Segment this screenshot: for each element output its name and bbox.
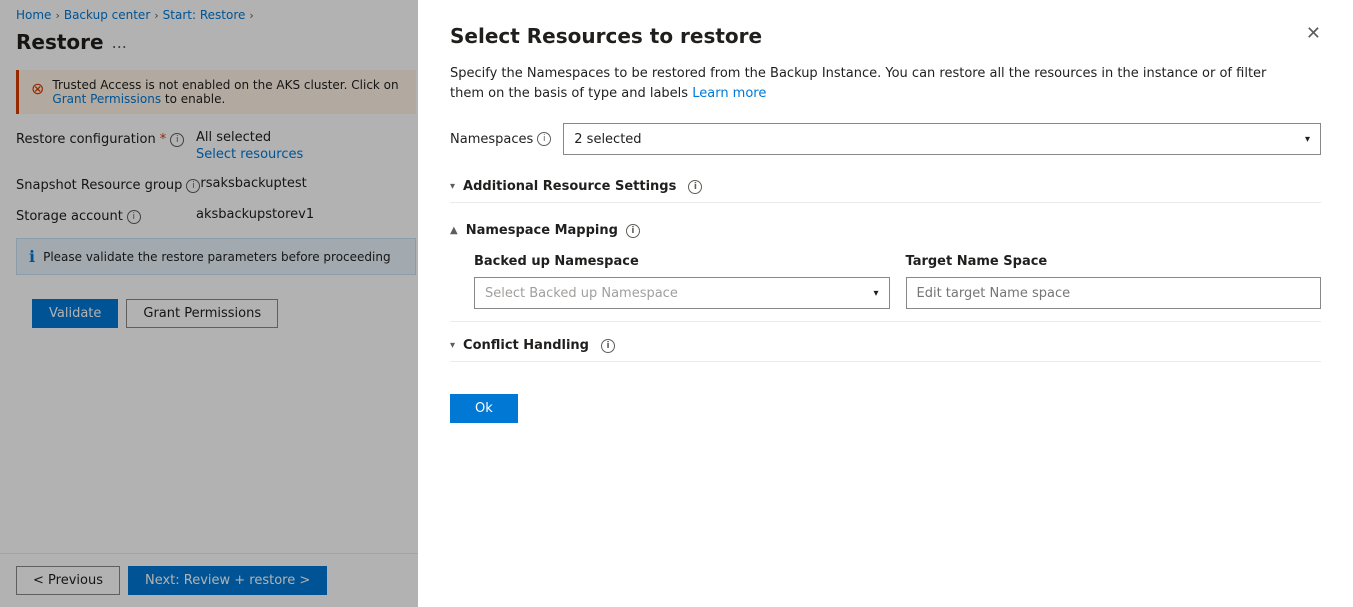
namespace-mapping-header[interactable]: ▲ Namespace Mapping i <box>450 223 1321 238</box>
namespaces-dropdown[interactable]: 2 selected ▾ <box>563 123 1321 155</box>
target-namespace-col: Target Name Space <box>906 254 1322 309</box>
backed-up-namespace-dropdown[interactable]: Select Backed up Namespace ▾ <box>474 277 890 309</box>
backed-up-dropdown-arrow: ▾ <box>873 288 878 299</box>
backed-up-namespace-placeholder: Select Backed up Namespace <box>485 286 678 301</box>
target-namespace-input[interactable] <box>906 277 1322 309</box>
learn-more-link[interactable]: Learn more <box>692 86 766 101</box>
namespaces-dropdown-arrow: ▾ <box>1305 134 1310 145</box>
modal-title: Select Resources to restore <box>450 24 762 48</box>
namespace-mapping-chevron: ▲ <box>450 225 458 236</box>
modal-panel: Select Resources to restore ✕ Specify th… <box>418 0 1353 607</box>
conflict-handling-header[interactable]: ▾ Conflict Handling i <box>450 330 1321 362</box>
namespace-mapping-info-icon[interactable]: i <box>626 224 640 238</box>
namespace-mapping-section: ▲ Namespace Mapping i Backed up Namespac… <box>450 211 1321 322</box>
additional-settings-label: Additional Resource Settings <box>463 179 676 194</box>
namespaces-value: 2 selected <box>574 132 641 147</box>
modal-footer: Ok <box>450 394 1321 423</box>
additional-resource-settings-section: ▾ Additional Resource Settings i <box>450 171 1321 203</box>
modal-overlay: Select Resources to restore ✕ Specify th… <box>0 0 1353 607</box>
conflict-handling-info-icon[interactable]: i <box>601 339 615 353</box>
namespaces-label: Namespaces i <box>450 132 551 147</box>
namespaces-field-row: Namespaces i 2 selected ▾ <box>450 123 1321 155</box>
additional-settings-chevron: ▾ <box>450 181 455 192</box>
modal-close-button[interactable]: ✕ <box>1306 24 1321 42</box>
main-page: Home › Backup center › Start: Restore › … <box>0 0 1353 607</box>
mapping-grid: Backed up Namespace Select Backed up Nam… <box>474 254 1321 309</box>
modal-description: Specify the Namespaces to be restored fr… <box>450 64 1300 103</box>
conflict-handling-label: Conflict Handling <box>463 338 589 353</box>
additional-settings-info-icon[interactable]: i <box>688 180 702 194</box>
conflict-handling-chevron: ▾ <box>450 340 455 351</box>
conflict-handling-section: ▾ Conflict Handling i <box>450 330 1321 362</box>
backed-up-namespace-header: Backed up Namespace <box>474 254 890 269</box>
ok-button[interactable]: Ok <box>450 394 518 423</box>
backed-up-namespace-col: Backed up Namespace Select Backed up Nam… <box>474 254 890 309</box>
namespace-mapping-label: Namespace Mapping <box>466 223 618 238</box>
additional-resource-settings-header[interactable]: ▾ Additional Resource Settings i <box>450 171 1321 203</box>
modal-header: Select Resources to restore ✕ <box>450 24 1321 48</box>
target-namespace-header: Target Name Space <box>906 254 1322 269</box>
namespaces-info-icon[interactable]: i <box>537 132 551 146</box>
